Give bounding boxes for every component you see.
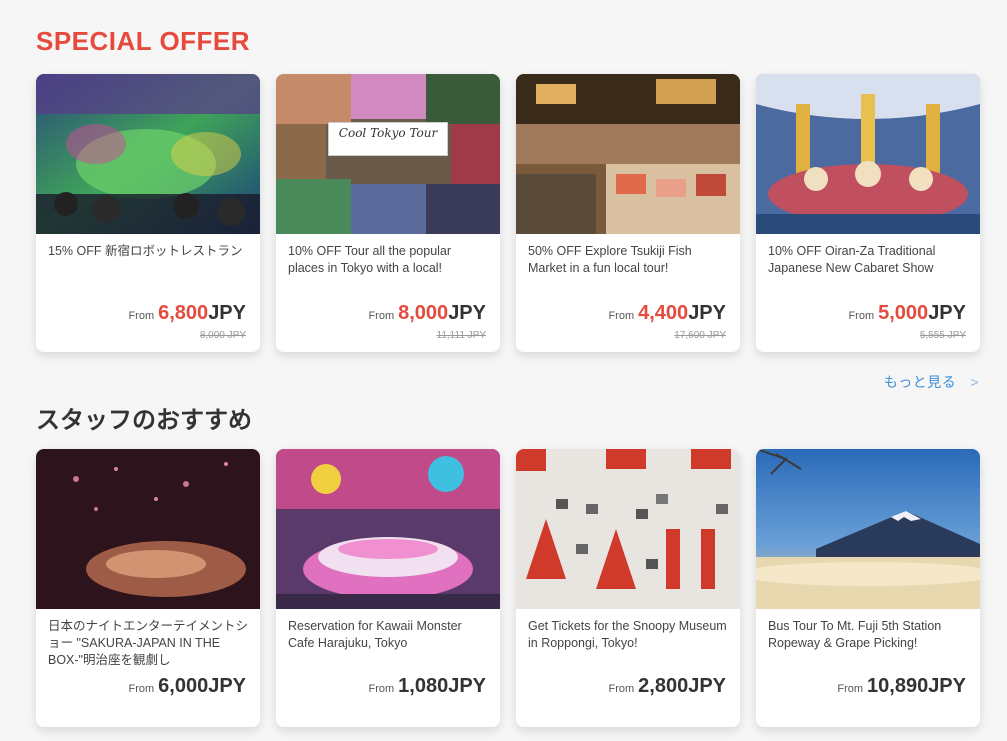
card-title: Bus Tour To Mt. Fuji 5th Station Ropeway… [768, 619, 942, 650]
staff-pick-card[interactable]: Get Tickets for the Snoopy Museum in Rop… [516, 449, 740, 727]
original-price: 5,555 JPY [919, 330, 966, 341]
card-title: 10% OFF Oiran-Za Traditional Japanese Ne… [768, 244, 936, 275]
tsukiji-market-image [516, 74, 740, 234]
mt-fuji-image [756, 449, 980, 609]
card-title: 日本のナイトエンターテイメントショー "SAKURA-JAPAN IN THE … [48, 619, 248, 667]
card-title: Get Tickets for the Snoopy Museum in Rop… [528, 619, 727, 650]
offer-card[interactable]: 15% OFF 新宿ロボットレストラン From 6,800JPY 8,000 J… [36, 74, 260, 352]
snoopy-museum-image [516, 449, 740, 609]
original-price: 11,111 JPY [436, 330, 486, 341]
price: From 5,000JPY [848, 302, 966, 324]
staff-picks-row: 日本のナイトエンターテイメントショー "SAKURA-JAPAN IN THE … [36, 449, 981, 727]
price: From 4,400JPY [608, 302, 726, 324]
price: From 2,800JPY [608, 675, 726, 697]
oiran-show-image [756, 74, 980, 234]
price: From 8,000JPY [368, 302, 486, 324]
offer-card[interactable]: 50% OFF Explore Tsukiji Fish Market in a… [516, 74, 740, 352]
tour-sign: Cool Tokyo Tour [328, 122, 448, 156]
chevron-right-icon: > [970, 374, 979, 390]
card-title: Reservation for Kawaii Monster Cafe Hara… [288, 619, 462, 650]
staff-pick-card[interactable]: Reservation for Kawaii Monster Cafe Hara… [276, 449, 500, 727]
original-price: 17,600 JPY [674, 330, 726, 341]
offer-card[interactable]: Cool Tokyo Tour 10% OFF Tour all the pop… [276, 74, 500, 352]
original-price: 8,000 JPY [199, 330, 246, 341]
kawaii-monster-cafe-image [276, 449, 500, 609]
card-title: 50% OFF Explore Tsukiji Fish Market in a… [528, 244, 692, 275]
offer-card[interactable]: 10% OFF Oiran-Za Traditional Japanese Ne… [756, 74, 980, 352]
card-title: 15% OFF 新宿ロボットレストラン [48, 244, 243, 258]
price: From 10,890JPY [837, 675, 966, 697]
special-offer-heading: SPECIAL OFFER [36, 26, 251, 56]
price: From 1,080JPY [368, 675, 486, 697]
staff-picks-heading: スタッフのおすすめ [36, 407, 252, 434]
sakura-show-image [36, 449, 260, 609]
staff-pick-card[interactable]: 日本のナイトエンターテイメントショー "SAKURA-JAPAN IN THE … [36, 449, 260, 727]
cool-tokyo-tour-image: Cool Tokyo Tour [276, 74, 500, 234]
see-more-link[interactable]: もっと見る > [884, 372, 979, 392]
price: From 6,000JPY [128, 675, 246, 697]
staff-pick-card[interactable]: Bus Tour To Mt. Fuji 5th Station Ropeway… [756, 449, 980, 727]
special-offer-row: 15% OFF 新宿ロボットレストラン From 6,800JPY 8,000 J… [36, 74, 981, 352]
card-title: 10% OFF Tour all the popular places in T… [288, 244, 452, 275]
robot-restaurant-image [36, 74, 260, 234]
price: From 6,800JPY [128, 302, 246, 324]
